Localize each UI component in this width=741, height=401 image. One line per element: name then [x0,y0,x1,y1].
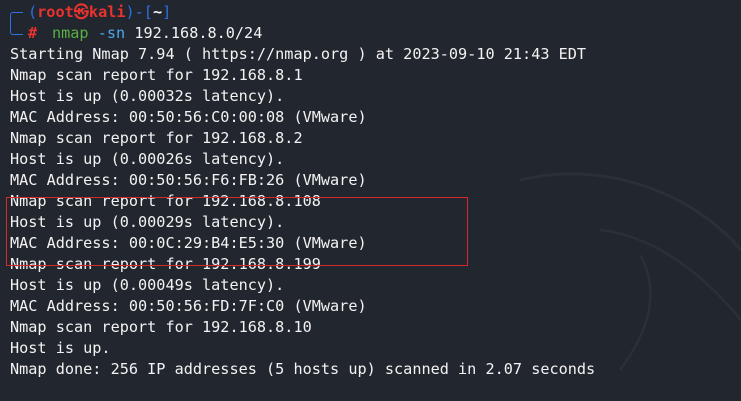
prompt-directory: ~ [152,3,163,21]
output-line: Nmap scan report for 192.168.8.199 [10,255,321,273]
output-line: Nmap scan report for 192.168.8.2 [10,129,303,147]
command-line[interactable]: # nmap -sn 192.168.8.0/24 [10,23,738,44]
output-line: MAC Address: 00:50:56:FD:7F:C0 (VMware) [10,297,367,315]
prompt-frame-bottom-icon [10,23,23,35]
prompt-line-top: (root㉿kali)-[~] [10,2,738,25]
prompt-user: root㉿kali [37,3,126,21]
terminal-output: (root㉿kali)-[~] # nmap -sn 192.168.8.0/2… [10,2,738,380]
command-text: nmap -sn 192.168.8.0/24 [52,23,262,44]
output-line: Host is up (0.00049s latency). [10,276,285,294]
command-flag: -sn [97,24,126,42]
output-line-highlighted: Nmap scan report for 192.168.8.108 [10,192,321,210]
output-line: MAC Address: 00:50:56:F6:FB:26 (VMware) [10,171,367,189]
output-line-highlighted: Host is up (0.00029s latency). [10,213,285,231]
output-line-highlighted: MAC Address: 00:0C:29:B4:E5:30 (VMware) [10,234,367,252]
output-line: MAC Address: 00:50:56:C0:00:08 (VMware) [10,108,367,126]
command-name: nmap [52,24,89,42]
prompt-context: (root㉿kali)-[~] [28,3,172,21]
output-line: Nmap scan report for 192.168.8.10 [10,318,312,336]
terminal-window[interactable]: (root㉿kali)-[~] # nmap -sn 192.168.8.0/2… [0,0,741,401]
output-line: Host is up (0.00026s latency). [10,150,285,168]
output-line: Host is up. [10,339,111,357]
command-argument: 192.168.8.0/24 [134,24,263,42]
output-line: Starting Nmap 7.94 ( https://nmap.org ) … [10,45,587,63]
prompt-hash: # [28,24,38,42]
output-line: Nmap done: 256 IP addresses (5 hosts up)… [10,360,596,378]
output-line: Host is up (0.00032s latency). [10,87,285,105]
output-line: Nmap scan report for 192.168.8.1 [10,66,303,84]
